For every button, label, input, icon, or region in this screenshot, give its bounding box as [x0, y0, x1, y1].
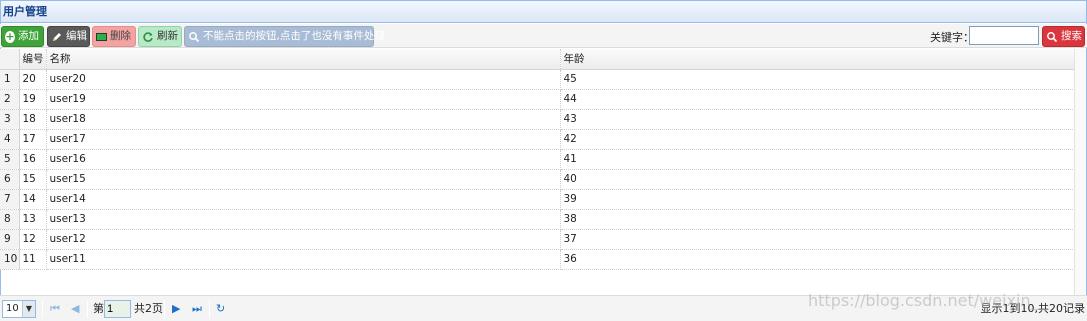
- cell-age: 39: [560, 189, 1075, 210]
- pager-separator: [164, 300, 165, 318]
- search-icon: [1046, 30, 1058, 43]
- cell-name: user12: [46, 229, 561, 250]
- search-button-label: 搜索: [1061, 30, 1082, 42]
- table-row[interactable]: 2 19 user19 44: [0, 89, 1075, 110]
- page-size-select[interactable]: 10 ▼: [2, 300, 36, 318]
- cell-name: user20: [46, 69, 561, 90]
- toolbar: + 添加 编辑 删除 刷新 不能点击的按钮,点击了也没有事件处理 关键字： 搜索: [0, 24, 1087, 48]
- disabled-button-label: 不能点击的按钮,点击了也没有事件处理: [203, 30, 385, 42]
- cell-id: 20: [19, 69, 47, 90]
- cell-name: user15: [46, 169, 561, 190]
- table-header-row: 编号 名称 年龄: [0, 49, 1075, 70]
- row-number: 2: [0, 89, 20, 110]
- cell-name: user16: [46, 149, 561, 170]
- row-number: 4: [0, 129, 20, 150]
- row-number: 8: [0, 209, 20, 230]
- page-total-label: 共2页: [134, 302, 163, 315]
- cell-id: 15: [19, 169, 47, 190]
- table-row[interactable]: 10 11 user11 36: [0, 249, 1075, 270]
- cell-age: 44: [560, 89, 1075, 110]
- cell-id: 18: [19, 109, 47, 130]
- add-button-label: 添加: [18, 30, 39, 42]
- watermark-text: https://blog.csdn.net/weixin_: [808, 291, 1039, 310]
- delete-button-label: 删除: [110, 30, 131, 42]
- cell-age: 38: [560, 209, 1075, 230]
- cell-name: user17: [46, 129, 561, 150]
- data-grid: 编号 名称 年龄 1 20 user20 45 2 19 user19 44 3 18 user…: [0, 49, 1075, 270]
- search-icon: [188, 30, 200, 43]
- cell-id: 16: [19, 149, 47, 170]
- row-number: 5: [0, 149, 20, 170]
- cell-age: 40: [560, 169, 1075, 190]
- vertical-scrollbar[interactable]: [1074, 49, 1086, 295]
- column-header-name[interactable]: 名称: [46, 49, 561, 70]
- table-row[interactable]: 3 18 user18 43: [0, 109, 1075, 130]
- cell-age: 45: [560, 69, 1075, 90]
- page-number-input[interactable]: [104, 300, 131, 318]
- refresh-button[interactable]: 刷新: [138, 26, 182, 47]
- search-button[interactable]: 搜索: [1042, 26, 1085, 47]
- row-number: 9: [0, 229, 20, 250]
- table-row[interactable]: 7 14 user14 39: [0, 189, 1075, 210]
- next-page-icon[interactable]: ▶: [172, 301, 180, 317]
- row-number: 10: [0, 249, 20, 270]
- table-row[interactable]: 8 13 user13 38: [0, 209, 1075, 230]
- table-row[interactable]: 5 16 user16 41: [0, 149, 1075, 170]
- delete-button[interactable]: 删除: [92, 26, 136, 47]
- page-prefix-label: 第: [93, 302, 104, 315]
- refresh-icon[interactable]: ↻: [216, 301, 225, 317]
- row-number: 1: [0, 69, 20, 90]
- cell-age: 36: [560, 249, 1075, 270]
- table-row[interactable]: 6 15 user15 40: [0, 169, 1075, 190]
- remove-icon: [96, 32, 107, 41]
- disabled-button[interactable]: 不能点击的按钮,点击了也没有事件处理: [184, 26, 385, 47]
- cell-id: 17: [19, 129, 47, 150]
- cell-name: user19: [46, 89, 561, 110]
- column-header-id[interactable]: 编号: [19, 49, 47, 70]
- panel-title: 用户管理: [1, 1, 1086, 23]
- edit-button-label: 编辑: [66, 30, 87, 42]
- pager-separator: [42, 300, 43, 318]
- row-number: 3: [0, 109, 20, 130]
- reload-icon: [142, 30, 154, 43]
- refresh-button-label: 刷新: [157, 30, 178, 42]
- cell-name: user11: [46, 249, 561, 270]
- keyword-input[interactable]: [969, 26, 1039, 45]
- cell-id: 11: [19, 249, 47, 270]
- table-row[interactable]: 9 12 user12 37: [0, 229, 1075, 250]
- cell-id: 13: [19, 209, 47, 230]
- cell-age: 43: [560, 109, 1075, 130]
- row-number: 7: [0, 189, 20, 210]
- page-size-value: 10: [6, 303, 19, 314]
- cell-age: 37: [560, 229, 1075, 250]
- chevron-down-icon: ▼: [22, 301, 35, 317]
- pager-separator: [87, 300, 88, 318]
- cell-id: 14: [19, 189, 47, 210]
- plus-icon: +: [5, 30, 15, 43]
- table-row[interactable]: 4 17 user17 42: [0, 129, 1075, 150]
- previous-page-icon[interactable]: ◀: [71, 301, 79, 317]
- cell-name: user14: [46, 189, 561, 210]
- column-header-age[interactable]: 年龄: [560, 49, 1075, 70]
- first-page-icon[interactable]: ⏮: [50, 301, 60, 317]
- cell-age: 42: [560, 129, 1075, 150]
- cell-id: 19: [19, 89, 47, 110]
- row-number-header: [0, 49, 20, 70]
- row-number: 6: [0, 169, 20, 190]
- edit-button[interactable]: 编辑: [47, 26, 90, 47]
- cell-id: 12: [19, 229, 47, 250]
- pager-separator: [209, 300, 210, 318]
- pencil-icon: [51, 30, 63, 43]
- cell-name: user18: [46, 109, 561, 130]
- keyword-label: 关键字：: [930, 31, 974, 44]
- last-page-icon[interactable]: ⏭: [192, 301, 202, 317]
- table-row[interactable]: 1 20 user20 45: [0, 69, 1075, 90]
- cell-age: 41: [560, 149, 1075, 170]
- add-button[interactable]: + 添加: [1, 26, 44, 47]
- cell-name: user13: [46, 209, 561, 230]
